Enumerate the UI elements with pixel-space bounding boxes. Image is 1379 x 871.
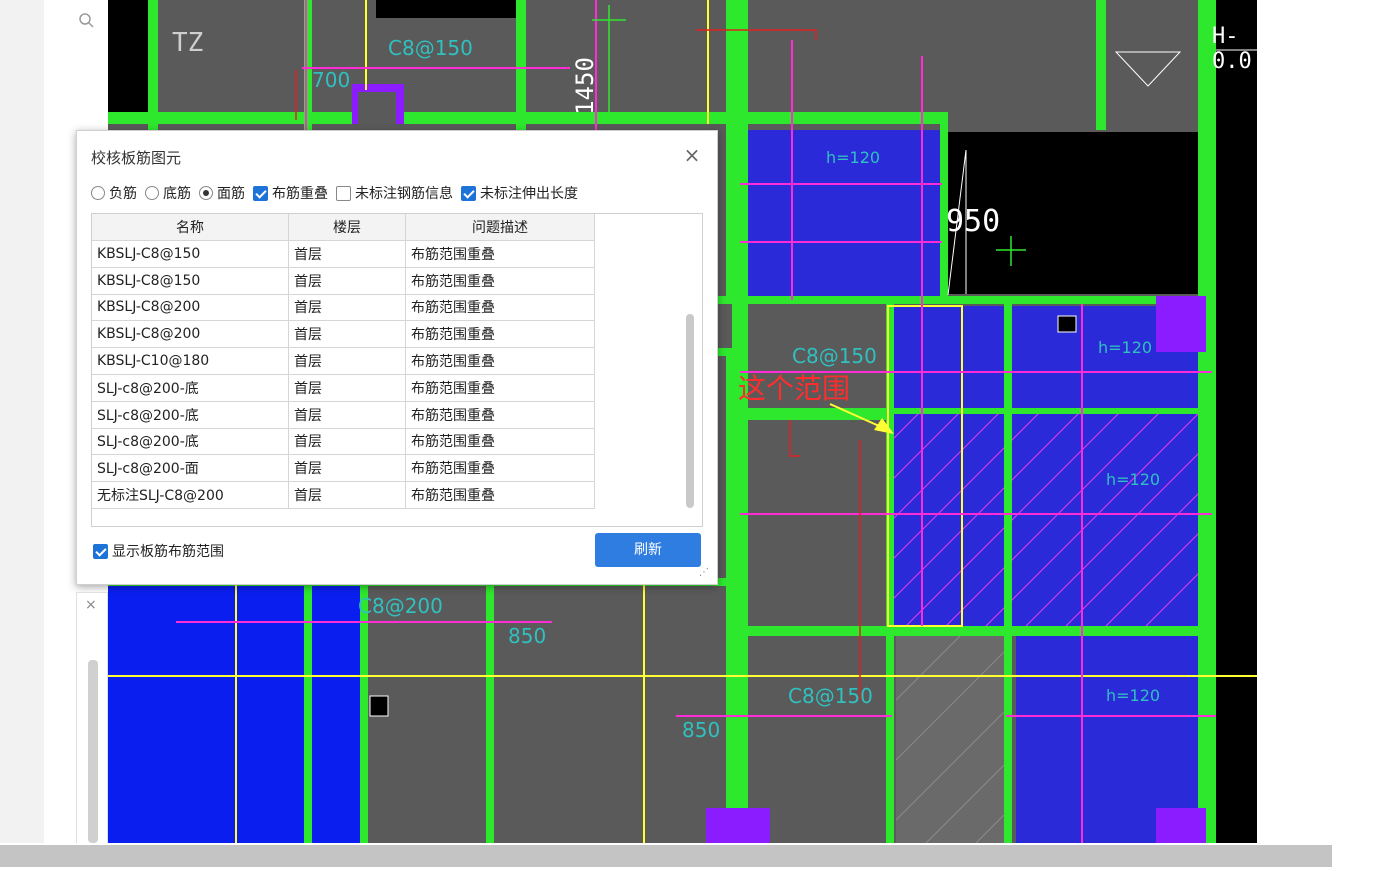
cell-floor: 首层	[288, 267, 406, 295]
radio-top-rebar[interactable]: 面筋	[199, 183, 245, 203]
checkbox-unlabeled-info[interactable]: 未标注钢筋信息	[336, 183, 453, 203]
cell-floor: 首层	[288, 481, 406, 509]
radio-icon[interactable]	[91, 186, 105, 200]
table-row[interactable]: SLJ-c8@200-底 首层 布筋范围重叠	[92, 428, 595, 456]
table-row[interactable]: 无标注SLJ-C8@200 首层 布筋范围重叠	[92, 481, 595, 509]
cad-label-c8-150-b: C8@150	[792, 344, 877, 368]
result-table: 名称 楼层 问题描述 KBSLJ-C8@150 首层 布筋范围重叠 KBSLJ-C8…	[92, 214, 595, 509]
table-row[interactable]: KBSLJ-C8@150 首层 布筋范围重叠	[92, 267, 595, 295]
cell-name: KBSLJ-C8@200	[92, 320, 289, 349]
option-label: 负筋	[109, 186, 137, 202]
cad-label-c8-200: C8@200	[358, 594, 443, 618]
table-row[interactable]: SLJ-c8@200-底 首层 布筋范围重叠	[92, 401, 595, 429]
cell-floor: 首层	[288, 401, 406, 429]
cad-label-850-b: 850	[682, 718, 721, 742]
close-icon[interactable]: ×	[682, 145, 702, 165]
table-row[interactable]: SLJ-c8@200-底 首层 布筋范围重叠	[92, 374, 595, 402]
show-range-label: 显示板筋布筋范围	[112, 544, 224, 560]
cad-label-h0: H-0.0	[1212, 24, 1252, 74]
page-left-gutter	[0, 0, 44, 843]
checkbox-overlap[interactable]: 布筋重叠	[253, 183, 328, 203]
cad-label-1450: 1450	[570, 57, 599, 115]
checkbox-checked-icon[interactable]	[253, 185, 268, 201]
close-icon[interactable]: ×	[85, 597, 97, 613]
option-label: 布筋重叠	[272, 186, 328, 202]
table-row[interactable]: KBSLJ-C8@200 首层 布筋范围重叠	[92, 320, 595, 349]
cell-name: KBSLJ-C8@200	[92, 294, 289, 322]
cell-problem: 布筋范围重叠	[405, 454, 595, 483]
cell-problem: 布筋范围重叠	[405, 374, 595, 402]
cad-label-h120-c: h=120	[1106, 470, 1161, 489]
column-header-name[interactable]: 名称	[92, 214, 289, 241]
cell-name: KBSLJ-C10@180	[92, 347, 289, 375]
cell-name: SLJ-c8@200-底	[92, 401, 289, 429]
show-range-toggle[interactable]: 显示板筋布筋范围	[93, 541, 224, 561]
cad-label-700: 700	[312, 68, 351, 92]
cell-name: 无标注SLJ-C8@200	[92, 481, 289, 509]
option-label: 未标注伸出长度	[480, 186, 578, 202]
cell-floor: 首层	[288, 294, 406, 322]
right-margin	[1257, 0, 1379, 843]
table-scrollbar[interactable]	[686, 314, 694, 508]
cell-floor: 首层	[288, 374, 406, 402]
cell-floor: 首层	[288, 320, 406, 349]
cad-label-h120-a: h=120	[826, 148, 881, 167]
radio-negative-rebar[interactable]: 负筋	[91, 183, 137, 203]
cad-label-950: 950	[946, 204, 1001, 239]
cell-problem: 布筋范围重叠	[405, 481, 595, 509]
column-header-problem[interactable]: 问题描述	[405, 214, 595, 241]
cell-problem: 布筋范围重叠	[405, 320, 595, 349]
radio-selected-icon[interactable]	[199, 186, 213, 200]
cell-floor: 首层	[288, 454, 406, 483]
table-header-row: 名称 楼层 问题描述	[92, 214, 595, 241]
cad-label-h120-d: h=120	[1106, 686, 1161, 705]
check-slab-rebar-dialog: 校核板筋图元 × 负筋 底筋 面筋 布筋重叠 未标注钢筋信息 未标注伸出长度 名…	[76, 130, 718, 585]
cell-name: KBSLJ-C8@150	[92, 267, 289, 295]
resize-grip-icon[interactable]: ⋰	[699, 567, 713, 581]
cell-problem: 布筋范围重叠	[405, 347, 595, 375]
cad-label-c8-150-c: C8@150	[788, 684, 873, 708]
annotation-text: 这个范围	[738, 372, 851, 405]
cell-problem: 布筋范围重叠	[405, 428, 595, 456]
search-icon[interactable]	[78, 12, 98, 32]
cell-name: SLJ-c8@200-底	[92, 428, 289, 456]
radio-icon[interactable]	[145, 186, 159, 200]
radio-bottom-rebar[interactable]: 底筋	[145, 183, 191, 203]
cell-name: SLJ-c8@200-底	[92, 374, 289, 402]
cad-label-850-a: 850	[508, 624, 547, 648]
option-label: 面筋	[217, 186, 245, 202]
option-label: 未标注钢筋信息	[355, 186, 453, 202]
cell-floor: 首层	[288, 240, 406, 268]
refresh-button[interactable]: 刷新	[595, 533, 701, 567]
cell-problem: 布筋范围重叠	[405, 401, 595, 429]
column-header-floor[interactable]: 楼层	[288, 214, 406, 241]
table-row[interactable]: KBSLJ-C8@150 首层 布筋范围重叠	[92, 240, 595, 268]
cell-floor: 首层	[288, 347, 406, 375]
secondary-panel-scrollbar[interactable]	[88, 660, 98, 843]
option-label: 底筋	[163, 186, 191, 202]
cell-name: SLJ-c8@200-面	[92, 454, 289, 483]
checkbox-icon[interactable]	[336, 185, 351, 201]
result-table-container: 名称 楼层 问题描述 KBSLJ-C8@150 首层 布筋范围重叠 KBSLJ-C8…	[91, 213, 703, 527]
cad-label-tz: TZ	[172, 28, 204, 58]
cell-problem: 布筋范围重叠	[405, 294, 595, 322]
cell-problem: 布筋范围重叠	[405, 267, 595, 295]
dialog-title: 校核板筋图元	[91, 149, 182, 167]
horizontal-scrollbar-thumb[interactable]	[0, 845, 1332, 867]
checkbox-checked-icon[interactable]	[93, 543, 108, 559]
cell-name: KBSLJ-C8@150	[92, 240, 289, 268]
option-bar: 负筋 底筋 面筋 布筋重叠 未标注钢筋信息 未标注伸出长度	[91, 183, 586, 203]
table-row[interactable]: KBSLJ-C8@200 首层 布筋范围重叠	[92, 294, 595, 322]
checkbox-unlabeled-length[interactable]: 未标注伸出长度	[461, 183, 578, 203]
table-row[interactable]: SLJ-c8@200-面 首层 布筋范围重叠	[92, 454, 595, 483]
checkbox-checked-icon[interactable]	[461, 185, 476, 201]
table-row[interactable]: KBSLJ-C10@180 首层 布筋范围重叠	[92, 347, 595, 375]
cell-floor: 首层	[288, 428, 406, 456]
cad-label-h120-b: h=120	[1098, 338, 1153, 357]
cell-problem: 布筋范围重叠	[405, 240, 595, 268]
cad-label-c8-150-a: C8@150	[388, 36, 473, 60]
